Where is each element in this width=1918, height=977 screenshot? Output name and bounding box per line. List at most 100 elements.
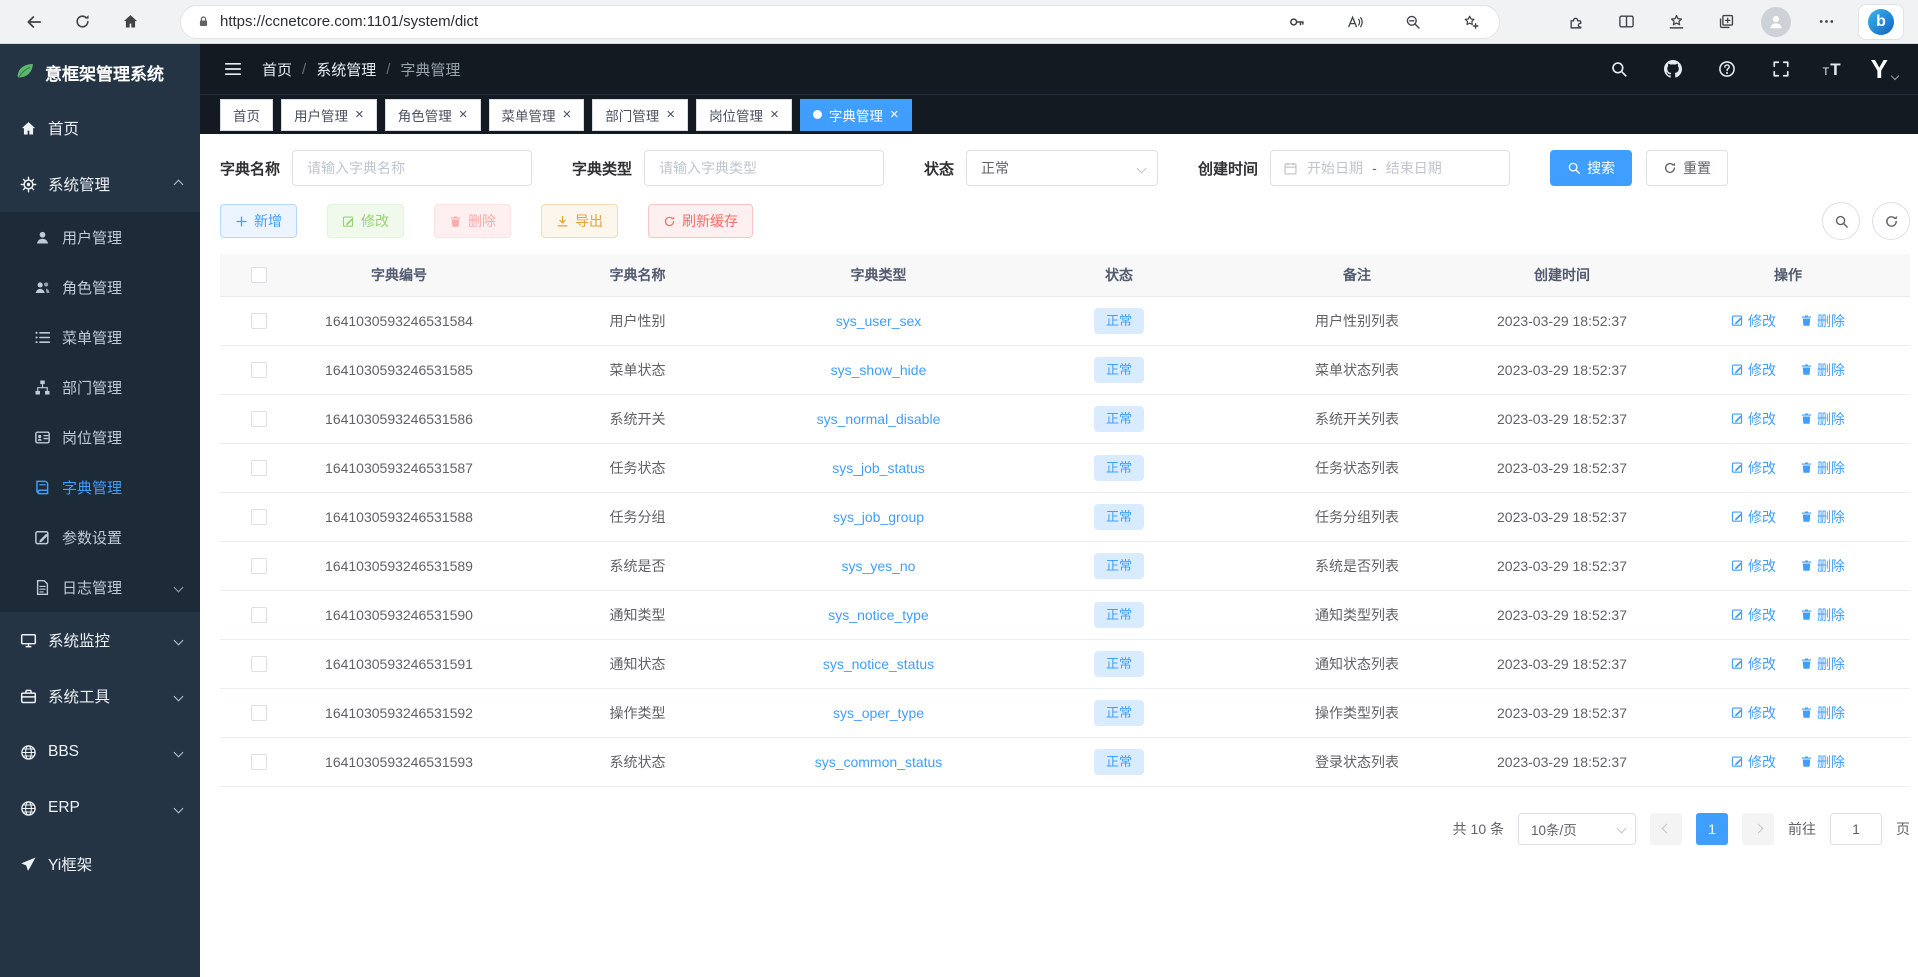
more-options-button[interactable] [1808, 5, 1844, 39]
bing-sidebar-button[interactable]: b [1858, 4, 1904, 40]
sidebar-item-system-tools[interactable]: 系统工具 [0, 668, 200, 724]
close-icon[interactable]: × [563, 107, 572, 122]
collections-button[interactable] [1708, 5, 1744, 39]
dict-name-input[interactable] [292, 150, 532, 186]
tab-post-mgmt[interactable]: 岗位管理× [696, 99, 792, 131]
dict-type-link[interactable]: sys_notice_type [828, 607, 928, 623]
sidebar-item-erp[interactable]: ERP [0, 780, 200, 836]
row-delete-button[interactable]: 删除 [1800, 360, 1845, 380]
close-icon[interactable]: × [770, 107, 779, 122]
tab-dict-mgmt[interactable]: 字典管理× [800, 99, 912, 131]
sidebar-item-dict-mgmt[interactable]: 字典管理 [0, 462, 200, 512]
row-delete-button[interactable]: 删除 [1800, 654, 1845, 674]
close-icon[interactable]: × [459, 107, 468, 122]
dict-type-input[interactable] [644, 150, 884, 186]
fullscreen-button[interactable] [1769, 57, 1793, 81]
sidebar-item-log-mgmt[interactable]: 日志管理 [0, 562, 200, 612]
toggle-search-button[interactable] [1822, 202, 1860, 240]
sidebar-item-menu-mgmt[interactable]: 菜单管理 [0, 312, 200, 362]
search-button[interactable]: 搜索 [1550, 150, 1632, 186]
row-edit-button[interactable]: 修改 [1731, 605, 1776, 625]
edit-button[interactable]: 修改 [327, 204, 404, 238]
row-checkbox[interactable] [251, 460, 267, 476]
dict-type-link[interactable]: sys_oper_type [833, 705, 924, 721]
row-delete-button[interactable]: 删除 [1800, 605, 1845, 625]
row-delete-button[interactable]: 删除 [1800, 556, 1845, 576]
dict-type-link[interactable]: sys_common_status [815, 754, 943, 770]
row-edit-button[interactable]: 修改 [1731, 507, 1776, 527]
breadcrumb-home[interactable]: 首页 [262, 59, 292, 80]
sidebar-item-system-monitor[interactable]: 系统监控 [0, 612, 200, 668]
sidebar-item-user-mgmt[interactable]: 用户管理 [0, 212, 200, 262]
close-icon[interactable]: × [355, 107, 364, 122]
sidebar-item-role-mgmt[interactable]: 角色管理 [0, 262, 200, 312]
status-select[interactable]: 正常 [966, 150, 1158, 186]
tab-menu-mgmt[interactable]: 菜单管理× [489, 99, 585, 131]
row-edit-button[interactable]: 修改 [1731, 458, 1776, 478]
browser-refresh-button[interactable] [62, 5, 102, 39]
next-page-button[interactable] [1742, 813, 1774, 845]
close-icon[interactable]: × [890, 107, 899, 122]
page-size-select[interactable]: 10条/页 [1518, 813, 1636, 845]
row-checkbox[interactable] [251, 705, 267, 721]
dict-type-link[interactable]: sys_job_group [833, 509, 924, 525]
row-checkbox[interactable] [251, 411, 267, 427]
row-delete-button[interactable]: 删除 [1800, 458, 1845, 478]
row-edit-button[interactable]: 修改 [1731, 360, 1776, 380]
row-delete-button[interactable]: 删除 [1800, 703, 1845, 723]
refresh-table-button[interactable] [1872, 202, 1910, 240]
close-icon[interactable]: × [666, 107, 675, 122]
prev-page-button[interactable] [1650, 813, 1682, 845]
user-menu[interactable]: Y [1871, 56, 1898, 82]
tab-role-mgmt[interactable]: 角色管理× [385, 99, 481, 131]
row-edit-button[interactable]: 修改 [1731, 703, 1776, 723]
sidebar-item-post-mgmt[interactable]: 岗位管理 [0, 412, 200, 462]
sidebar-collapse-button[interactable] [220, 56, 246, 82]
row-checkbox[interactable] [251, 607, 267, 623]
row-checkbox[interactable] [251, 656, 267, 672]
address-bar[interactable]: https://ccnetcore.com:1101/system/dict [180, 5, 1500, 39]
favorites-button[interactable] [1658, 5, 1694, 39]
refresh-cache-button[interactable]: 刷新缓存 [648, 204, 753, 238]
extensions-button[interactable] [1558, 5, 1594, 39]
row-delete-button[interactable]: 删除 [1800, 311, 1845, 331]
sidebar-item-system-mgmt[interactable]: 系统管理 [0, 156, 200, 212]
tab-user-mgmt[interactable]: 用户管理× [281, 99, 377, 131]
row-checkbox[interactable] [251, 754, 267, 770]
row-edit-button[interactable]: 修改 [1731, 311, 1776, 331]
row-checkbox[interactable] [251, 313, 267, 329]
row-delete-button[interactable]: 删除 [1800, 507, 1845, 527]
sidebar-item-home[interactable]: 首页 [0, 100, 200, 156]
sidebar-item-bbs[interactable]: BBS [0, 724, 200, 780]
row-edit-button[interactable]: 修改 [1731, 752, 1776, 772]
github-link[interactable] [1661, 57, 1685, 81]
app-logo[interactable]: 意框架管理系统 [0, 44, 200, 100]
zoom-button[interactable] [1401, 5, 1425, 39]
goto-page-input[interactable] [1830, 813, 1882, 845]
create-time-range-picker[interactable]: 开始日期 - 结束日期 [1270, 150, 1510, 186]
sidebar-item-param-settings[interactable]: 参数设置 [0, 512, 200, 562]
delete-button[interactable]: 删除 [434, 204, 511, 238]
dict-type-link[interactable]: sys_normal_disable [817, 411, 941, 427]
tab-home[interactable]: 首页 [220, 99, 273, 131]
row-checkbox[interactable] [251, 362, 267, 378]
reset-button[interactable]: 重置 [1646, 150, 1728, 186]
breadcrumb-system-mgmt[interactable]: 系统管理 [316, 59, 376, 80]
add-button[interactable]: 新增 [220, 204, 297, 238]
tab-dept-mgmt[interactable]: 部门管理× [592, 99, 688, 131]
row-edit-button[interactable]: 修改 [1731, 409, 1776, 429]
row-edit-button[interactable]: 修改 [1731, 556, 1776, 576]
dict-type-link[interactable]: sys_yes_no [842, 558, 916, 574]
browser-home-button[interactable] [110, 5, 150, 39]
browser-back-button[interactable] [14, 5, 54, 39]
page-number-button[interactable]: 1 [1696, 813, 1728, 845]
row-edit-button[interactable]: 修改 [1731, 654, 1776, 674]
row-checkbox[interactable] [251, 509, 267, 525]
export-button[interactable]: 导出 [541, 204, 618, 238]
select-all-checkbox[interactable] [251, 267, 267, 283]
header-search-button[interactable] [1607, 57, 1631, 81]
help-button[interactable] [1715, 57, 1739, 81]
dict-type-link[interactable]: sys_show_hide [831, 362, 927, 378]
font-size-button[interactable]: T T [1823, 61, 1841, 78]
sidebar-item-yi-framework[interactable]: Yi框架 [0, 836, 200, 892]
